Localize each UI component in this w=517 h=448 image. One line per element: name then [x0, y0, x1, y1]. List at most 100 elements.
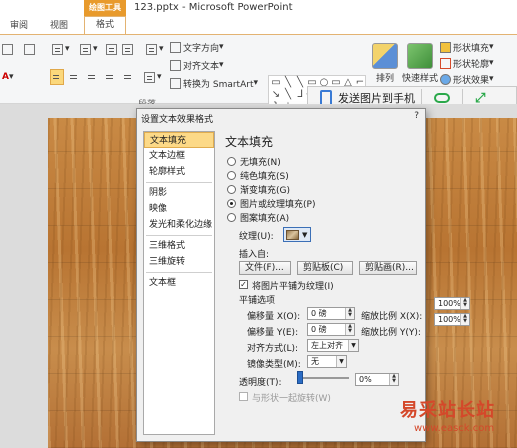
line-shape-icon[interactable]: ╲ — [282, 89, 294, 101]
divider — [146, 235, 212, 236]
radio-pattern-fill[interactable]: 图案填充(A) — [227, 211, 289, 224]
pen-icon — [440, 57, 451, 69]
rectangle-shape-icon[interactable]: ▭ — [270, 77, 282, 89]
radio-no-fill[interactable]: 无填充(N) — [227, 155, 281, 168]
transparency-slider-thumb[interactable] — [297, 371, 303, 384]
shape-outline-button[interactable]: 形状轮廓 ▾ — [440, 55, 494, 71]
justify-icon[interactable] — [104, 69, 117, 85]
numbering-icon[interactable]: ▾ — [80, 41, 98, 57]
texture-label: 纹理(U): — [239, 232, 274, 242]
offset-y-input[interactable]: 0 磅 ▲ ▼ — [307, 323, 355, 336]
text-direction-button[interactable]: 文字方向 ▾ — [170, 39, 224, 55]
text-fill-panel: 文本填充 无填充(N) 纯色填充(S) 渐变填充(G) 图片或纹理填充(P) 图… — [225, 131, 423, 437]
texture-picker[interactable]: ▼ — [283, 227, 311, 242]
effects-icon — [440, 73, 451, 85]
nav-3d-rotation[interactable]: 三维旋转 — [144, 254, 214, 270]
alignment-select[interactable]: 左上对齐 ▼ — [307, 339, 359, 352]
bullets-icon[interactable]: ▾ — [52, 41, 70, 57]
spinner-icon: ▲ ▼ — [460, 314, 469, 325]
line-spacing-icon[interactable]: ▾ — [146, 41, 164, 57]
scale-y-input[interactable]: 100% ▲ ▼ — [434, 313, 470, 326]
mirror-type-select[interactable]: 无 ▼ — [307, 355, 347, 368]
tile-checkbox[interactable]: ✓ — [239, 280, 248, 289]
offset-x-input[interactable]: 0 磅 ▲ ▼ — [307, 307, 355, 320]
nav-outline-style[interactable]: 轮廓样式 — [144, 164, 214, 180]
texture-swatch — [286, 229, 299, 240]
drawing-tools-label: 绘图工具 — [84, 0, 126, 16]
panel-title: 文本填充 — [225, 135, 274, 149]
tile-checkbox-label: 将图片平铺为纹理(I) — [252, 282, 334, 292]
arrow-shape-icon[interactable]: ↘ — [270, 89, 282, 101]
dialog-title: 设置文本效果格式 — [141, 115, 214, 125]
line-shape-icon[interactable]: ╲ — [282, 77, 294, 89]
increase-indent-icon[interactable] — [122, 41, 135, 57]
align-left-icon[interactable] — [50, 69, 64, 85]
nav-3d-format[interactable]: 三维格式 — [144, 238, 214, 254]
title-bar: 审阅 视图 绘图工具 格式 123.pptx - Microsoft Power… — [0, 0, 517, 34]
tab-view[interactable]: 视图 — [50, 18, 68, 34]
columns-icon[interactable]: ▾ — [144, 69, 162, 85]
shape-effects-button[interactable]: 形状效果 ▾ — [440, 71, 494, 87]
tab-format[interactable]: 格式 — [84, 16, 126, 34]
help-button[interactable]: ? — [414, 111, 419, 121]
nav-text-fill[interactable]: 文本填充 — [144, 132, 214, 148]
offset-y-label: 偏移量 Y(E): — [247, 328, 299, 338]
chevron-down-icon: ▼ — [336, 356, 346, 367]
spinner-icon: ▲ ▼ — [460, 298, 469, 309]
arrange-icon — [372, 43, 398, 69]
rotate-with-shape-checkbox[interactable] — [239, 392, 248, 401]
spinner-icon: ▲ ▼ — [389, 374, 398, 385]
scale-x-input[interactable]: 100% ▲ ▼ — [434, 297, 470, 310]
divider — [146, 182, 212, 183]
radio-solid-fill[interactable]: 纯色填充(S) — [227, 169, 289, 182]
offset-x-label: 偏移量 X(O): — [247, 312, 301, 322]
nav-text-outline[interactable]: 文本边框 — [144, 148, 214, 164]
watermark-url: www.easck.com — [414, 423, 495, 434]
window-title: 123.pptx - Microsoft PowerPoint — [134, 2, 293, 13]
paint-bucket-icon — [440, 41, 451, 53]
spelling-icon[interactable] — [24, 41, 37, 57]
nav-shadow[interactable]: 阴影 — [144, 185, 214, 201]
font-color-icon[interactable]: A ▾ — [2, 69, 14, 85]
align-text-button[interactable]: 对齐文本 ▾ — [170, 57, 224, 73]
scale-y-label: 缩放比例 Y(Y): — [361, 328, 421, 338]
dialog-nav: 文本填充 文本边框 轮廓样式 阴影 映像 发光和柔化边缘 三维格式 三维旋转 文… — [143, 131, 215, 435]
spinner-icon: ▲ ▼ — [345, 324, 354, 335]
tab-review[interactable]: 审阅 — [10, 18, 28, 34]
line-shape-icon[interactable]: ╲ — [294, 77, 306, 89]
chevron-down-icon: ▼ — [302, 230, 308, 239]
rotate-with-shape-label: 与形状一起旋转(W) — [252, 394, 331, 404]
watermark-logo: 易采站长站 — [400, 400, 495, 421]
divider — [146, 272, 212, 273]
cloud-icon[interactable] — [434, 93, 450, 103]
scale-x-label: 缩放比例 X(X): — [361, 312, 423, 322]
nav-text-box[interactable]: 文本框 — [144, 275, 214, 291]
nav-reflection[interactable]: 映像 — [144, 201, 214, 217]
quick-styles-button[interactable]: 快速样式 — [402, 43, 438, 84]
transparency-label: 透明度(T): — [239, 378, 282, 388]
spinner-icon: ▲ ▼ — [345, 308, 354, 319]
arrange-button[interactable]: 排列 — [372, 43, 398, 84]
tile-options-title: 平铺选项 — [239, 296, 276, 306]
align-right-icon[interactable] — [86, 69, 99, 85]
mirror-type-label: 镜像类型(M): — [247, 360, 301, 370]
distributed-icon[interactable] — [122, 69, 135, 85]
font-size-decrease-icon[interactable] — [2, 41, 15, 57]
convert-smartart-button[interactable]: 转换为 SmartArt ▾ — [170, 75, 258, 91]
file-button[interactable]: 文件(F)... — [239, 261, 291, 275]
radio-picture-texture-fill[interactable]: 图片或纹理填充(P) — [227, 197, 315, 210]
decrease-indent-icon[interactable] — [106, 41, 119, 57]
clipart-button[interactable]: 剪贴画(R)... — [359, 261, 417, 275]
insert-from-label: 插入自: — [239, 250, 270, 260]
alignment-label: 对齐方式(L): — [247, 344, 299, 354]
quick-styles-icon — [407, 43, 433, 69]
transparency-input[interactable]: 0% ▲ ▼ — [355, 373, 399, 386]
shape-fill-button[interactable]: 形状填充 ▾ — [440, 39, 494, 55]
connector-shape-icon[interactable]: ᒧ — [294, 89, 306, 101]
chevron-down-icon: ▼ — [348, 340, 358, 351]
align-center-icon[interactable] — [68, 69, 81, 85]
radio-gradient-fill[interactable]: 渐变填充(G) — [227, 183, 290, 196]
clipboard-button[interactable]: 剪贴板(C) — [297, 261, 353, 275]
transparency-slider-track[interactable] — [297, 377, 349, 379]
nav-glow-soft-edges[interactable]: 发光和柔化边缘 — [144, 217, 214, 233]
